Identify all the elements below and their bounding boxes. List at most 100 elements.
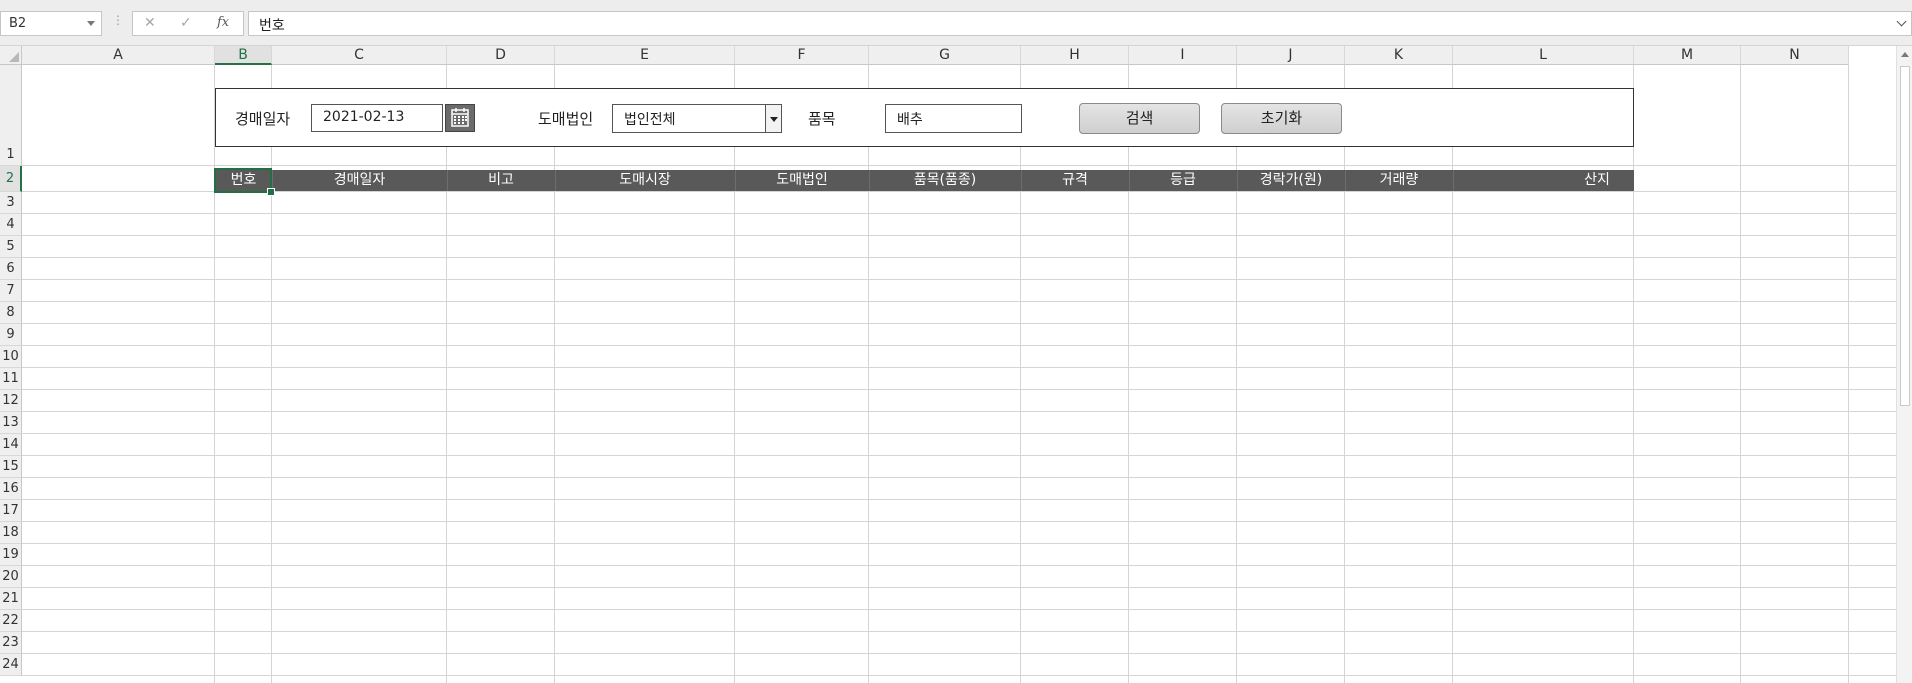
row-gridline — [22, 165, 1896, 166]
select-all-corner[interactable] — [0, 46, 22, 65]
row-header-23[interactable]: 23 — [0, 632, 22, 654]
name-box[interactable]: B2 — [0, 11, 102, 36]
row-header-8[interactable]: 8 — [0, 302, 22, 324]
row-header-2[interactable]: 2 — [0, 166, 22, 192]
chevron-down-icon[interactable] — [765, 105, 781, 132]
formula-bar: B2 ⋮ ✕ ✓ fx 번호 — [0, 0, 1912, 46]
item-label: 품목 — [808, 110, 836, 128]
column-header-l[interactable]: L — [1453, 46, 1634, 65]
search-button[interactable]: 검색 — [1079, 103, 1200, 134]
table-header-cell[interactable]: 경락가(원) — [1237, 170, 1345, 191]
expand-formula-icon[interactable] — [1896, 16, 1907, 27]
row-header-22[interactable]: 22 — [0, 610, 22, 632]
row-gridline — [22, 521, 1896, 522]
row-gridline — [22, 367, 1896, 368]
column-header-c[interactable]: C — [272, 46, 447, 65]
row-gridline — [22, 433, 1896, 434]
reset-button[interactable]: 초기화 — [1221, 103, 1342, 134]
row-header-7[interactable]: 7 — [0, 280, 22, 302]
row-header-15[interactable]: 15 — [0, 456, 22, 478]
corp-select-value: 법인전체 — [624, 112, 676, 128]
row-header-10[interactable]: 10 — [0, 346, 22, 368]
column-header-f[interactable]: F — [735, 46, 869, 65]
column-gridline — [1633, 65, 1634, 683]
row-header-24[interactable]: 24 — [0, 654, 22, 676]
table-header-cell[interactable]: 비고 — [447, 170, 555, 191]
column-gridline — [1128, 65, 1129, 683]
row-header-18[interactable]: 18 — [0, 522, 22, 544]
row-gridline — [22, 653, 1896, 654]
formula-input[interactable]: 번호 — [248, 11, 1912, 36]
column-gridline — [1848, 65, 1849, 683]
column-header-g[interactable]: G — [869, 46, 1021, 65]
table-header-cell[interactable]: 품목(품종) — [869, 170, 1021, 191]
table-header-cell[interactable]: 산지 — [1453, 170, 1741, 191]
row-header-14[interactable]: 14 — [0, 434, 22, 456]
column-gridline — [1344, 65, 1345, 683]
corp-label: 도매법인 — [538, 110, 594, 128]
row-gridline — [22, 675, 1896, 676]
column-header-i[interactable]: I — [1129, 46, 1237, 65]
column-gridline — [271, 65, 272, 683]
cancel-icon[interactable]: ✕ — [144, 15, 156, 31]
column-header-k[interactable]: K — [1345, 46, 1453, 65]
more-options-icon[interactable]: ⋮ — [112, 14, 124, 26]
row-header-16[interactable]: 16 — [0, 478, 22, 500]
excel-window: B2 ⋮ ✕ ✓ fx 번호 A B C D E F G H I J K L M N 1 2 3 4 5 6 7 8 9 10… — [0, 0, 1912, 683]
row-header-9[interactable]: 9 — [0, 324, 22, 346]
corp-select[interactable]: 법인전체 — [612, 104, 782, 133]
row-header-21[interactable]: 21 — [0, 588, 22, 610]
enter-icon[interactable]: ✓ — [180, 15, 192, 31]
row-header-6[interactable]: 6 — [0, 258, 22, 280]
header-separator — [869, 170, 870, 191]
row-header-1[interactable]: 1 — [0, 65, 22, 166]
auction-date-value: 2021-02-13 — [323, 109, 405, 125]
row-gridline — [22, 565, 1896, 566]
row-gridline — [22, 543, 1896, 544]
scroll-up-icon[interactable] — [1901, 52, 1909, 57]
row-gridline — [22, 345, 1896, 346]
row-gridline — [22, 389, 1896, 390]
table-header-cell[interactable]: 규격 — [1021, 170, 1129, 191]
row-header-13[interactable]: 13 — [0, 412, 22, 434]
column-header-a[interactable]: A — [22, 46, 215, 65]
row-header-19[interactable]: 19 — [0, 544, 22, 566]
column-header-b[interactable]: B — [215, 46, 272, 65]
row-gridline — [22, 257, 1896, 258]
row-header-20[interactable]: 20 — [0, 566, 22, 588]
row-header-3[interactable]: 3 — [0, 192, 22, 214]
column-gridline — [1740, 65, 1741, 683]
insert-function-icon[interactable]: fx — [217, 15, 229, 30]
auction-date-input[interactable]: 2021-02-13 — [311, 104, 443, 132]
header-separator — [1453, 170, 1454, 191]
column-header-n[interactable]: N — [1741, 46, 1849, 65]
row-gridline — [22, 191, 1896, 192]
column-header-d[interactable]: D — [447, 46, 555, 65]
vertical-scrollbar[interactable] — [1896, 46, 1912, 683]
column-header-j[interactable]: J — [1237, 46, 1345, 65]
row-gridline — [22, 587, 1896, 588]
scroll-thumb[interactable] — [1900, 66, 1910, 406]
column-header-h[interactable]: H — [1021, 46, 1129, 65]
table-header-cell[interactable]: 도매법인 — [735, 170, 869, 191]
column-gridline — [554, 65, 555, 683]
row-header-4[interactable]: 4 — [0, 214, 22, 236]
active-cell-indicator — [214, 168, 275, 196]
calendar-icon[interactable] — [445, 104, 475, 132]
column-header-e[interactable]: E — [555, 46, 735, 65]
table-header-cell[interactable]: 등급 — [1129, 170, 1237, 191]
item-input[interactable]: 배추 — [885, 104, 1022, 133]
row-header-12[interactable]: 12 — [0, 390, 22, 412]
chevron-down-icon[interactable] — [87, 21, 95, 26]
row-header-5[interactable]: 5 — [0, 236, 22, 258]
row-header-11[interactable]: 11 — [0, 368, 22, 390]
table-header-cell[interactable]: 거래량 — [1345, 170, 1453, 191]
table-header-cell[interactable]: 경매일자 — [272, 170, 447, 191]
name-box-value: B2 — [9, 16, 27, 31]
column-header-m[interactable]: M — [1634, 46, 1741, 65]
column-gridline — [1236, 65, 1237, 683]
row-header-17[interactable]: 17 — [0, 500, 22, 522]
table-header-cell[interactable]: 도매시장 — [555, 170, 735, 191]
header-separator — [1021, 170, 1022, 191]
header-separator — [555, 170, 556, 191]
